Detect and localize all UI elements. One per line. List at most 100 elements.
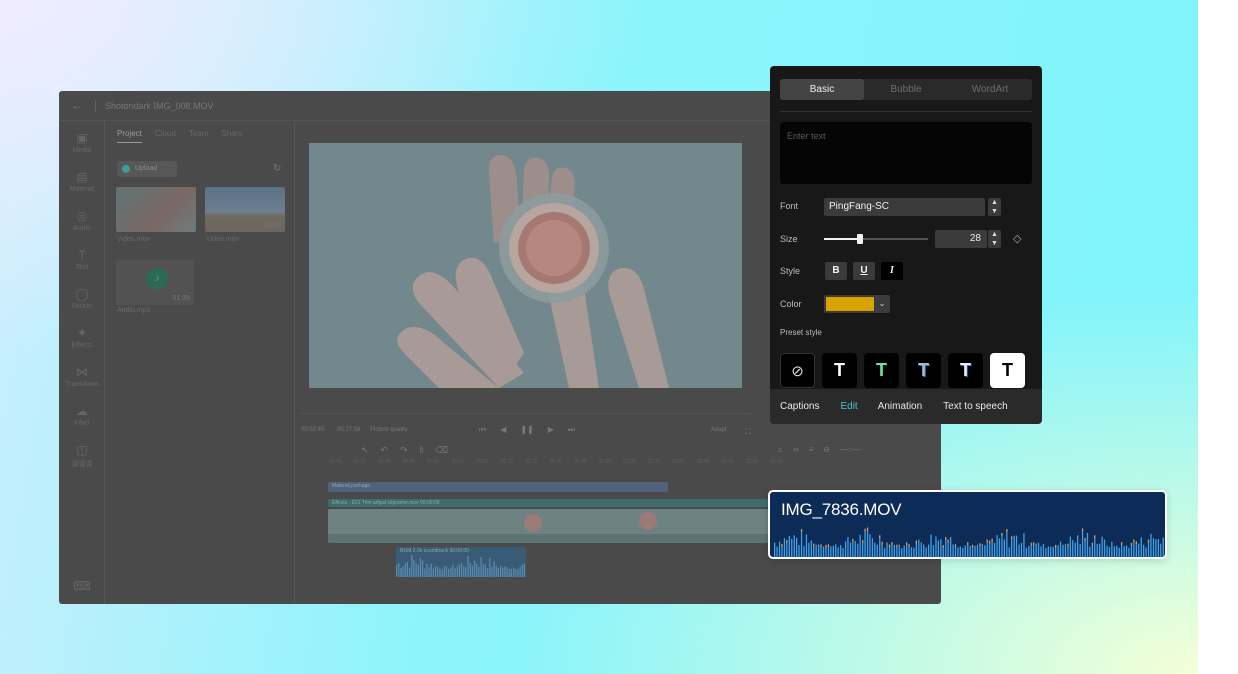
split-icon[interactable]: ‖	[420, 445, 424, 456]
sidebar-item-effects[interactable]: ✦ Effects	[59, 326, 105, 349]
underline-button[interactable]: U	[853, 262, 875, 280]
tab-basic[interactable]: Basic	[780, 79, 864, 100]
wave-bar	[1020, 542, 1023, 557]
tab-animation[interactable]: Animation	[878, 401, 922, 412]
preset-green[interactable]: T	[864, 353, 899, 388]
sidebar-item-sticker[interactable]: ◯ Sticker	[59, 287, 105, 310]
media-thumbnail[interactable]: 01:39	[205, 187, 285, 232]
wave-bar	[500, 566, 502, 577]
wave-bar	[776, 546, 778, 557]
track-label: BGM 2.0x soundtrack 00:00:00	[400, 548, 469, 554]
tab-wordart[interactable]: WordArt	[948, 79, 1032, 100]
wave-peak	[1067, 543, 1069, 547]
track-label: Material package	[332, 483, 371, 489]
size-slider[interactable]	[824, 234, 928, 244]
panel-tabs: Project Cloud Team Share	[117, 129, 243, 143]
sidebar-item-more[interactable]: ◫ 调调调	[59, 443, 105, 469]
wave-bar	[469, 562, 471, 577]
skip-start-icon[interactable]: ⏮	[479, 425, 486, 435]
preset-white[interactable]: T	[822, 353, 857, 388]
wave-bar	[467, 555, 469, 577]
pause-icon[interactable]: ❚❚	[520, 425, 533, 435]
wave-bar	[876, 544, 878, 557]
bold-button[interactable]: B	[825, 262, 847, 280]
wave-bar	[411, 555, 413, 577]
prev-frame-icon[interactable]: ◀	[500, 425, 506, 435]
preset-blue-outline[interactable]: T	[906, 353, 941, 388]
material-package-track[interactable]: Material package	[328, 482, 668, 492]
preset-none-icon[interactable]: ⊘	[780, 353, 815, 388]
sidebar-item-material[interactable]: ▤ Material	[59, 170, 105, 193]
video-preview[interactable]	[309, 143, 742, 388]
keyboard-icon[interactable]: ⌨	[59, 579, 105, 595]
audio-track[interactable]: BGM 2.0x soundtrack 00:00:00	[396, 547, 526, 577]
back-arrow-icon[interactable]: ←	[71, 98, 83, 112]
tab-share[interactable]: Share	[221, 129, 242, 143]
size-slider-handle[interactable]	[857, 234, 864, 244]
video-track[interactable]	[328, 509, 768, 543]
wave-peak	[1147, 539, 1150, 543]
next-frame-icon[interactable]: ▶	[548, 425, 554, 435]
audio-clip-card[interactable]: IMG_7836.MOV	[768, 490, 1167, 559]
italic-button[interactable]: I	[881, 262, 903, 280]
font-select[interactable]: PingFang-SC	[824, 198, 985, 216]
preset-dark-blue-outline[interactable]: T	[948, 353, 983, 388]
media-icon: ▣	[76, 131, 88, 145]
delete-icon[interactable]: ⌫	[435, 445, 448, 456]
size-stepper[interactable]: ▲ ▼	[988, 230, 1001, 248]
wave-bar	[1094, 538, 1096, 557]
select-tool-icon[interactable]: ↖	[361, 445, 369, 456]
clip-header[interactable]: Effects · E01 Trim adjust clipname.mov 0…	[328, 499, 768, 507]
upload-button[interactable]: Upload	[117, 161, 177, 177]
zoom-out-icon[interactable]: ⊖	[823, 445, 830, 454]
preview-scrubber[interactable]	[301, 413, 751, 414]
wave-bar	[1001, 535, 1003, 557]
microphone-icon[interactable]: ♫	[777, 445, 783, 454]
wave-bar	[519, 566, 521, 577]
tab-text-to-speech[interactable]: Text to speech	[943, 401, 1007, 412]
adapt-button[interactable]: Adapt	[711, 427, 727, 433]
sidebar-item-filter[interactable]: ☁ Filter	[59, 404, 105, 427]
wave-bar	[881, 544, 883, 557]
wave-bar	[1067, 546, 1069, 557]
preset-black-on-white[interactable]: T	[990, 353, 1025, 388]
wave-bar	[981, 543, 983, 557]
fullscreen-icon[interactable]: ⛶	[745, 427, 751, 437]
sidebar-item-text[interactable]: T Text	[59, 248, 105, 271]
wave-bar	[456, 566, 458, 577]
wave-peak	[967, 542, 969, 546]
ruler-tick: 01:30	[549, 459, 563, 465]
link-icon[interactable]: ∞	[793, 445, 799, 454]
skip-end-icon[interactable]: ⏭	[568, 425, 575, 435]
wave-bar	[910, 547, 913, 557]
tab-project[interactable]: Project	[117, 129, 142, 143]
keyframe-diamond-icon[interactable]: ◇	[1013, 232, 1021, 245]
refresh-icon[interactable]: ↻	[273, 163, 281, 174]
font-stepper[interactable]: ▲ ▼	[988, 198, 1001, 216]
redo-icon[interactable]: ↷	[400, 445, 408, 456]
tab-bubble[interactable]: Bubble	[864, 79, 948, 100]
snap-icon[interactable]: ≡	[809, 445, 814, 454]
undo-icon[interactable]: ↶	[381, 445, 389, 456]
sidebar-item-audio[interactable]: ◎ Audio	[59, 209, 105, 232]
sidebar-item-transitions[interactable]: ⋈ Transitions	[59, 365, 105, 388]
wave-bar	[835, 544, 837, 557]
timeline-ruler: 00:00 00:10 00:20 00:30 00:40 00:50 01:00 01:10…	[329, 459, 783, 465]
tab-cloud[interactable]: Cloud	[155, 129, 176, 143]
wave-bar	[493, 560, 495, 577]
divider	[780, 111, 1032, 112]
wave-bar	[915, 543, 917, 557]
zoom-slider[interactable]: —○—	[840, 445, 861, 454]
text-input[interactable]: Enter text	[780, 122, 1032, 184]
tab-team[interactable]: Team	[189, 129, 209, 143]
tab-edit[interactable]: Edit	[840, 401, 857, 412]
audio-thumbnail[interactable]: ♪ 01:39	[116, 260, 194, 305]
size-input[interactable]: 28	[935, 230, 987, 248]
color-picker[interactable]: ⌄	[824, 295, 890, 313]
sidebar-item-media[interactable]: ▣ Media	[59, 131, 105, 154]
media-thumbnail[interactable]: 01:39	[116, 187, 196, 232]
tab-captions[interactable]: Captions	[780, 401, 819, 412]
wave-bar	[815, 544, 817, 557]
wave-bar	[1008, 547, 1010, 557]
picture-quality-dropdown[interactable]: Picture quality	[370, 427, 408, 433]
